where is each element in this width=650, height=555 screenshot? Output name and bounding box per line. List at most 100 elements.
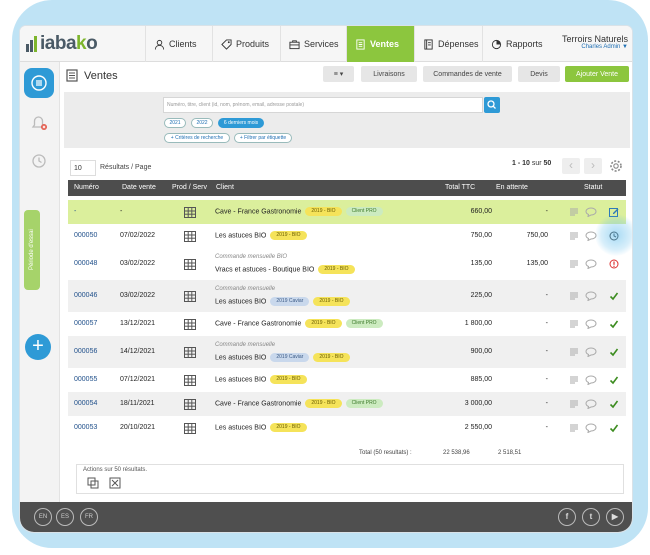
chip-search-criteria[interactable]: + Critères de recherche — [164, 133, 230, 143]
client-name[interactable]: Les astuces BIO — [215, 376, 266, 383]
table-row[interactable]: 000054 18/11/2021 Cave - France Gastronomi… — [68, 392, 626, 416]
menu-button[interactable] — [24, 68, 54, 98]
label-tag[interactable]: 2019 - BIO — [270, 375, 307, 384]
products-grid-icon[interactable] — [184, 399, 196, 410]
client-name[interactable]: Cave - France Gastronomie — [215, 320, 301, 327]
label-tag[interactable]: 2019 - BIO — [313, 353, 350, 362]
details-icon[interactable] — [569, 376, 579, 384]
details-icon[interactable] — [569, 424, 579, 432]
view-menu-button[interactable]: ≡ ▾ — [323, 66, 354, 82]
nav-produits[interactable]: Produits — [212, 26, 280, 62]
search-button[interactable] — [484, 97, 500, 113]
label-tag[interactable]: 2019 - BIO — [318, 265, 355, 274]
client-name[interactable]: Cave - France Gastronomie — [215, 400, 301, 407]
sale-number[interactable]: 000048 — [74, 260, 97, 267]
products-grid-icon[interactable] — [184, 319, 196, 330]
nav-depenses[interactable]: Dépenses — [414, 26, 482, 62]
table-row[interactable]: 000048 03/02/2022 Commande mensuelle BIO Vr… — [68, 248, 626, 280]
user-menu[interactable]: Terroirs Naturels Charles Admin ▼ — [562, 34, 628, 50]
table-row[interactable]: 000046 03/02/2022 Commande mensuelle Les as… — [68, 280, 626, 312]
nav-rapports[interactable]: Rapports — [482, 26, 550, 62]
details-icon[interactable] — [569, 320, 579, 328]
check-icon[interactable] — [609, 399, 619, 409]
comment-icon[interactable] — [585, 291, 597, 301]
table-row[interactable]: 000055 07/12/2021 Les astuces BIO 2019 - BI… — [68, 368, 626, 392]
client-name[interactable]: Les astuces BIO — [215, 424, 266, 431]
chip-filter-label[interactable]: + Filtrer par étiquette — [234, 133, 292, 143]
products-grid-icon[interactable] — [184, 291, 196, 302]
youtube-icon[interactable]: ▶ — [606, 508, 624, 526]
chip-year-2021[interactable]: 2021 — [164, 118, 186, 128]
label-tag[interactable]: 2019 - BIO — [270, 423, 307, 432]
table-row[interactable]: 000050 07/02/2022 Les astuces BIO 2019 - BI… — [68, 224, 626, 248]
col-date[interactable]: Date vente — [122, 184, 156, 191]
check-icon[interactable] — [609, 423, 619, 433]
comment-icon[interactable] — [585, 259, 597, 269]
comment-icon[interactable] — [585, 319, 597, 329]
col-client[interactable]: Client — [216, 184, 234, 191]
comment-icon[interactable] — [585, 207, 597, 217]
col-total[interactable]: Total TTC — [445, 184, 475, 191]
table-row[interactable]: 000053 20/10/2021 Les astuces BIO 2019 - BI… — [68, 416, 626, 440]
gear-icon[interactable] — [609, 159, 623, 173]
label-tag[interactable]: 2019 - BIO — [305, 319, 342, 328]
products-grid-icon[interactable] — [184, 375, 196, 386]
add-button[interactable]: + — [25, 334, 51, 360]
check-icon[interactable] — [609, 347, 619, 357]
client-name[interactable]: Les astuces BIO — [215, 354, 266, 361]
client-name[interactable]: Cave - France Gastronomie — [215, 208, 301, 215]
chip-year-2022[interactable]: 2022 — [191, 118, 213, 128]
label-tag[interactable]: Client PRO — [345, 319, 383, 328]
client-name[interactable]: Vracs et astuces - Boutique BIO — [215, 266, 314, 273]
label-tag[interactable]: Client PRO — [345, 399, 383, 408]
facebook-icon[interactable]: f — [558, 508, 576, 526]
check-icon[interactable] — [609, 291, 619, 301]
col-prod[interactable]: Prod / Serv — [172, 184, 207, 191]
history-button[interactable] — [24, 146, 54, 176]
next-page-button[interactable]: › — [584, 158, 602, 174]
check-icon[interactable] — [609, 375, 619, 385]
client-name[interactable]: Les astuces BIO — [215, 232, 266, 239]
details-icon[interactable] — [569, 232, 579, 240]
products-grid-icon[interactable] — [184, 207, 196, 218]
sale-number[interactable]: 000057 — [74, 320, 97, 327]
nav-clients[interactable]: Clients — [145, 26, 212, 62]
lang-es[interactable]: ES — [56, 508, 74, 526]
chip-last-6-months[interactable]: 6 derniers mois — [218, 118, 264, 128]
nav-ventes[interactable]: Ventes — [346, 26, 414, 62]
twitter-icon[interactable]: t — [582, 508, 600, 526]
livraisons-button[interactable]: Livraisons — [361, 66, 417, 82]
excel-export-icon[interactable] — [109, 477, 121, 489]
details-icon[interactable] — [569, 260, 579, 268]
prev-page-button[interactable]: ‹ — [562, 158, 580, 174]
products-grid-icon[interactable] — [184, 259, 196, 270]
comment-icon[interactable] — [585, 423, 597, 433]
sale-number[interactable]: 000055 — [74, 376, 97, 383]
label-tag[interactable]: 2019 - BIO — [270, 231, 307, 240]
sale-number[interactable]: - — [74, 208, 76, 215]
duplicate-icon[interactable] — [87, 477, 99, 489]
products-grid-icon[interactable] — [184, 231, 196, 242]
products-grid-icon[interactable] — [184, 347, 196, 358]
comment-icon[interactable] — [585, 399, 597, 409]
lang-en[interactable]: EN — [34, 508, 52, 526]
label-tag[interactable]: 2019 - BIO — [313, 297, 350, 306]
trial-period-tab[interactable]: Période d'essai — [24, 210, 40, 290]
sale-number[interactable]: 000050 — [74, 232, 97, 239]
notifications-button[interactable] — [24, 108, 54, 138]
label-tag[interactable]: Client PRO — [345, 207, 383, 216]
table-row[interactable]: 000057 13/12/2021 Cave - France Gastronomi… — [68, 312, 626, 336]
client-name[interactable]: Les astuces BIO — [215, 298, 266, 305]
per-page-select[interactable]: 10 — [70, 160, 96, 176]
comment-icon[interactable] — [585, 375, 597, 385]
table-row[interactable]: - - Cave - France Gastronomie 2019 - BIO Cli… — [68, 200, 626, 224]
add-sale-button[interactable]: Ajouter Vente — [565, 66, 629, 82]
table-row[interactable]: 000056 14/12/2021 Commande mensuelle Les as… — [68, 336, 626, 368]
details-icon[interactable] — [569, 208, 579, 216]
col-attente[interactable]: En attente — [496, 184, 528, 191]
search-input[interactable]: Numéro, titre, client (id, nom, prénom, … — [163, 97, 483, 113]
products-grid-icon[interactable] — [184, 423, 196, 434]
label-tag[interactable]: 2019 Caviar — [270, 353, 310, 362]
details-icon[interactable] — [569, 400, 579, 408]
lang-fr[interactable]: FR — [80, 508, 98, 526]
